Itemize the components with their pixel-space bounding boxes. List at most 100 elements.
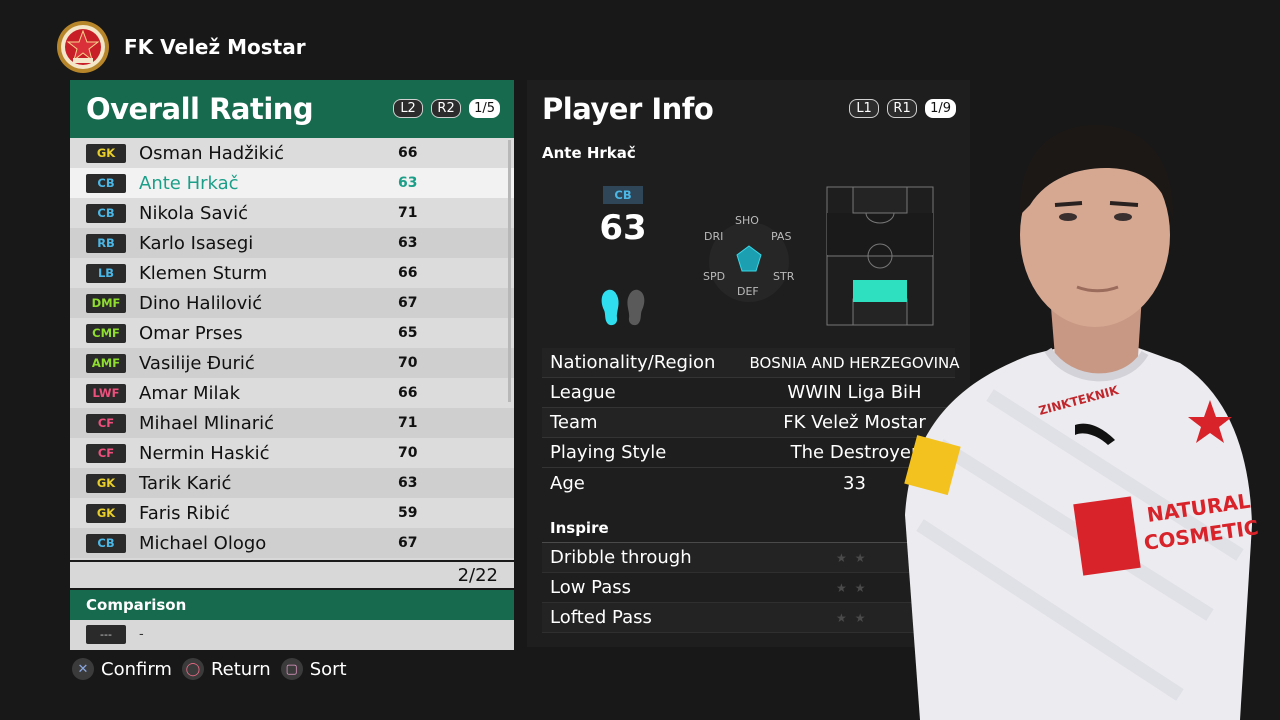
star-icon: ★★ bbox=[836, 550, 874, 565]
player-row[interactable]: LB Klemen Sturm 66 bbox=[70, 258, 514, 288]
player-row[interactable]: GK Faris Ribić 59 bbox=[70, 498, 514, 528]
player-rating: 71 bbox=[398, 205, 418, 221]
player-row[interactable]: CB Nikola Savić 71 bbox=[70, 198, 514, 228]
cross-button-icon: ✕ bbox=[72, 658, 94, 680]
player-row[interactable]: CMF Omar Prses 65 bbox=[70, 318, 514, 348]
player-name: Klemen Sturm bbox=[139, 262, 268, 284]
player-row[interactable]: CF Nermin Haskić 70 bbox=[70, 438, 514, 468]
player-rating: 67 bbox=[398, 535, 418, 551]
player-row[interactable]: GK Osman Hadžikić 66 bbox=[70, 138, 514, 168]
player-name: Ante Hrkač bbox=[542, 144, 636, 162]
position-badge: DMF bbox=[86, 293, 126, 313]
sort-buttons: L2 R2 1/5 bbox=[393, 99, 500, 118]
club-name: FK Velež Mostar bbox=[124, 35, 306, 59]
player-row[interactable]: AMF Vasilije Đurić 70 bbox=[70, 348, 514, 378]
inspire-key: Lofted Pass bbox=[550, 607, 652, 628]
position-badge: GK bbox=[86, 143, 126, 163]
position-badge: AMF bbox=[86, 353, 126, 373]
player-name: Mihael Mlinarić bbox=[139, 412, 275, 434]
info-key: League bbox=[550, 382, 616, 403]
position-badge: LWF bbox=[86, 383, 126, 403]
position-badge: CF bbox=[86, 443, 126, 463]
list-scrollbar[interactable] bbox=[508, 140, 511, 402]
feet-icon bbox=[601, 289, 645, 326]
radar-chart-icon: SHO PAS STR DEF SPD DRI bbox=[703, 208, 813, 304]
sort-label: Sort bbox=[309, 658, 347, 680]
radar-label-def: DEF bbox=[737, 285, 759, 298]
info-key: Nationality/Region bbox=[550, 352, 716, 373]
player-name: Omar Prses bbox=[139, 322, 243, 344]
player-name: Osman Hadžikić bbox=[139, 142, 285, 164]
overall-rating: 63 bbox=[599, 208, 647, 248]
player-row-selected[interactable]: CB Ante Hrkač 63 bbox=[70, 168, 514, 198]
star-icon: ★★ bbox=[836, 610, 874, 625]
club-header: FK Velež Mostar bbox=[56, 20, 306, 74]
player-row[interactable]: CF Mihael Mlinarić 71 bbox=[70, 408, 514, 438]
comparison-badge: --- bbox=[86, 625, 126, 644]
button-prompts: ✕ Confirm ◯ Return ▢ Sort bbox=[72, 658, 357, 680]
position-badge: CB bbox=[86, 203, 126, 223]
sort-prompt[interactable]: ▢ Sort bbox=[280, 658, 347, 680]
player-row[interactable]: LWF Amar Milak 66 bbox=[70, 378, 514, 408]
confirm-label: Confirm bbox=[101, 658, 172, 680]
player-rating: 67 bbox=[398, 295, 418, 311]
panel-title: Player Info bbox=[542, 92, 714, 126]
inspire-key: Low Pass bbox=[550, 577, 631, 598]
player-rating: 63 bbox=[398, 175, 418, 191]
player-name: Nikola Savić bbox=[139, 202, 249, 224]
player-list: GK Osman Hadžikić 66 CB Ante Hrkač 63 CB… bbox=[70, 138, 514, 560]
l1-button[interactable]: L1 bbox=[849, 99, 880, 118]
radar-label-sho: SHO bbox=[735, 214, 759, 227]
page-indicator: 1/5 bbox=[469, 99, 500, 118]
info-key: Age bbox=[550, 472, 585, 494]
return-label: Return bbox=[210, 658, 271, 680]
position-badge: RB bbox=[86, 233, 126, 253]
position-badge: GK bbox=[86, 473, 126, 493]
panel-title: Overall Rating bbox=[86, 92, 314, 126]
info-key: Playing Style bbox=[550, 442, 667, 463]
position-badge: CF bbox=[86, 413, 126, 433]
return-prompt[interactable]: ◯ Return bbox=[181, 658, 271, 680]
confirm-prompt[interactable]: ✕ Confirm bbox=[72, 658, 172, 680]
radar-label-spd: SPD bbox=[703, 270, 726, 283]
player-rating: 66 bbox=[398, 265, 418, 281]
player-row[interactable]: CB Michael Ologo 67 bbox=[70, 528, 514, 558]
square-button-icon: ▢ bbox=[280, 658, 303, 680]
player-name: Nermin Haskić bbox=[139, 442, 270, 464]
player-portrait: NATURAL COSMETIC ZINKTEKNIK bbox=[904, 124, 1260, 720]
comparison-row[interactable]: --- - bbox=[70, 620, 514, 650]
player-name: Vasilije Đurić bbox=[139, 352, 255, 374]
player-row[interactable]: RB Karlo Isasegi 63 bbox=[70, 228, 514, 258]
player-name: Amar Milak bbox=[139, 382, 240, 404]
r2-button[interactable]: R2 bbox=[431, 99, 462, 118]
player-rating: 65 bbox=[398, 325, 418, 341]
player-name: Michael Ologo bbox=[139, 532, 267, 554]
l2-button[interactable]: L2 bbox=[393, 99, 424, 118]
player-name: Dino Halilović bbox=[139, 292, 263, 314]
position-badge: CB bbox=[86, 533, 126, 553]
player-rating: 70 bbox=[398, 355, 418, 371]
overall-rating-panel: Overall Rating L2 R2 1/5 GK Osman Hadžik… bbox=[70, 80, 514, 650]
comparison-header: Comparison bbox=[70, 590, 514, 620]
player-name: Karlo Isasegi bbox=[139, 232, 254, 254]
comparison-value: - bbox=[139, 627, 144, 642]
club-crest-icon bbox=[57, 21, 109, 73]
player-rating: 70 bbox=[398, 445, 418, 461]
player-rating: 66 bbox=[398, 145, 418, 161]
list-position: 2/22 bbox=[70, 560, 514, 588]
position-badge: CB bbox=[603, 186, 643, 204]
radar-label-dri: DRI bbox=[704, 230, 724, 243]
player-name: Faris Ribić bbox=[139, 502, 231, 524]
circle-button-icon: ◯ bbox=[181, 658, 204, 680]
inspire-key: Dribble through bbox=[550, 547, 692, 568]
overall-rating-header: Overall Rating L2 R2 1/5 bbox=[70, 80, 514, 138]
player-row[interactable]: GK Tarik Karić 63 bbox=[70, 468, 514, 498]
inspire-header: Inspire bbox=[550, 519, 609, 537]
player-row[interactable]: DMF Dino Halilović 67 bbox=[70, 288, 514, 318]
player-rating: 71 bbox=[398, 415, 418, 431]
player-rating: 66 bbox=[398, 385, 418, 401]
position-badge: CB bbox=[86, 173, 126, 193]
star-icon: ★★ bbox=[836, 580, 874, 595]
radar-label-pas: PAS bbox=[771, 230, 792, 243]
player-rating: 63 bbox=[398, 475, 418, 491]
